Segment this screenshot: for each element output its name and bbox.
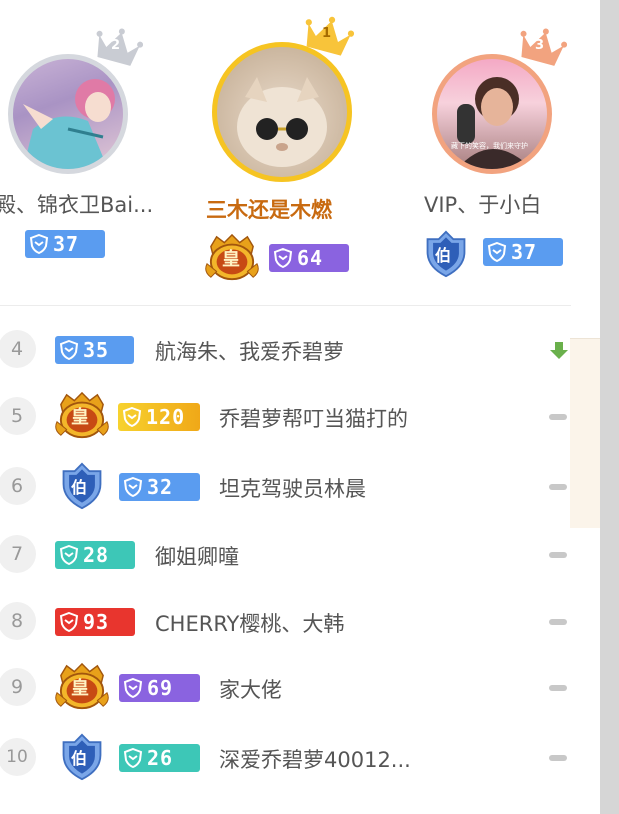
avatar-caption: 藏下的笑容，我们来守护 xyxy=(451,142,528,150)
shield-icon xyxy=(273,248,293,268)
user-name[interactable]: 乔碧萝帮叮当猫打的 xyxy=(219,403,408,433)
fan-level-badge: 120 xyxy=(118,403,200,431)
fan-level-badge: 93 xyxy=(55,608,135,636)
rank-number: 7 xyxy=(0,535,36,573)
podium-name[interactable]: 殿、锦衣卫Bai... xyxy=(0,189,153,219)
earl-medal-label: 伯 xyxy=(435,246,452,265)
trend-down-icon xyxy=(550,342,568,359)
rank-number: 5 xyxy=(0,397,36,435)
avatar-illustration xyxy=(457,77,532,169)
trend-flat-icon xyxy=(549,619,567,625)
scrollbar[interactable] xyxy=(600,0,619,814)
list-item[interactable]: 4 35 航海朱、我爱乔碧萝 xyxy=(0,330,571,370)
avatar[interactable]: 2 xyxy=(8,54,128,174)
list-item[interactable]: 5 皇 120 乔碧萝帮叮当猫打的 xyxy=(0,397,571,437)
list-item[interactable]: 8 93 CHERRY樱桃、大韩 xyxy=(0,602,571,642)
shield-icon xyxy=(59,612,79,632)
earl-medal-label: 伯 xyxy=(71,478,88,497)
fan-level-value: 28 xyxy=(83,543,110,567)
rank-number: 6 xyxy=(0,467,36,505)
fan-level-value: 69 xyxy=(147,676,174,700)
shield-icon xyxy=(123,748,143,768)
rank-number: 4 xyxy=(0,330,36,368)
rank-number: 8 xyxy=(0,602,36,640)
fan-level-badge: 64 xyxy=(269,244,349,272)
shield-icon xyxy=(59,545,79,565)
fan-level-badge: 26 xyxy=(119,744,200,772)
fan-level-value: 26 xyxy=(147,746,174,770)
emperor-medal-label: 皇 xyxy=(71,678,89,699)
crown-rank-number: 1 xyxy=(322,26,332,41)
list-item[interactable]: 7 28 御姐卿曈 xyxy=(0,535,571,575)
trend-flat-icon xyxy=(549,552,567,558)
shield-icon xyxy=(123,477,143,497)
fan-level-value: 37 xyxy=(511,240,538,264)
trend-flat-icon xyxy=(549,414,567,420)
podium-name[interactable]: VIP、于小白 xyxy=(424,189,541,219)
trend-flat-icon xyxy=(549,755,567,761)
trend-flat-icon xyxy=(549,685,567,691)
avatar[interactable]: 藏下的笑容，我们来守护 3 xyxy=(432,54,552,174)
podium-name[interactable]: 三木还是木燃 xyxy=(206,194,332,224)
rank-number: 10 xyxy=(0,738,36,776)
shield-icon xyxy=(123,678,143,698)
crown-rank-number: 2 xyxy=(111,38,121,53)
user-name[interactable]: CHERRY樱桃、大韩 xyxy=(155,608,344,638)
avatar[interactable]: 1 xyxy=(212,42,352,182)
user-name[interactable]: 家大佬 xyxy=(219,674,282,704)
fan-level-badge: 37 xyxy=(483,238,563,266)
rank-number: 9 xyxy=(0,668,36,706)
emperor-medal-label: 皇 xyxy=(71,407,89,428)
list-item[interactable]: 6 伯 32 坦克驾驶员林晨 xyxy=(0,467,571,507)
earl-medal-label: 伯 xyxy=(71,749,88,768)
fan-level-badge: 32 xyxy=(119,473,200,501)
divider xyxy=(0,305,571,306)
fan-level-value: 93 xyxy=(83,610,110,634)
fan-level-value: 35 xyxy=(83,338,110,362)
emperor-medal-label: 皇 xyxy=(222,249,240,270)
fan-level-badge: 69 xyxy=(119,674,200,702)
fan-level-value: 120 xyxy=(146,405,186,429)
shield-icon xyxy=(29,234,49,254)
fan-level-value: 64 xyxy=(297,246,324,270)
trend-flat-icon xyxy=(549,484,567,490)
avatar-illustration xyxy=(23,79,115,169)
avatar-illustration xyxy=(237,77,327,167)
shield-icon xyxy=(122,407,142,427)
user-name[interactable]: 航海朱、我爱乔碧萝 xyxy=(155,336,344,366)
user-name[interactable]: 御姐卿曈 xyxy=(155,541,239,571)
fan-level-badge: 37 xyxy=(25,230,105,258)
fan-level-value: 37 xyxy=(53,232,80,256)
user-name[interactable]: 深爱乔碧萝40012... xyxy=(219,744,411,774)
fan-level-value: 32 xyxy=(147,475,174,499)
fan-level-badge: 28 xyxy=(55,541,135,569)
user-name[interactable]: 坦克驾驶员林晨 xyxy=(219,473,366,503)
crown-rank-number: 3 xyxy=(535,38,545,53)
fan-level-badge: 35 xyxy=(55,336,134,364)
list-item[interactable]: 9 皇 69 家大佬 xyxy=(0,668,571,708)
side-panel-border xyxy=(570,338,600,339)
shield-icon xyxy=(59,340,79,360)
list-item[interactable]: 10 伯 26 深爱乔碧萝40012... xyxy=(0,738,571,778)
shield-icon xyxy=(487,242,507,262)
side-panel-edge xyxy=(570,338,600,528)
